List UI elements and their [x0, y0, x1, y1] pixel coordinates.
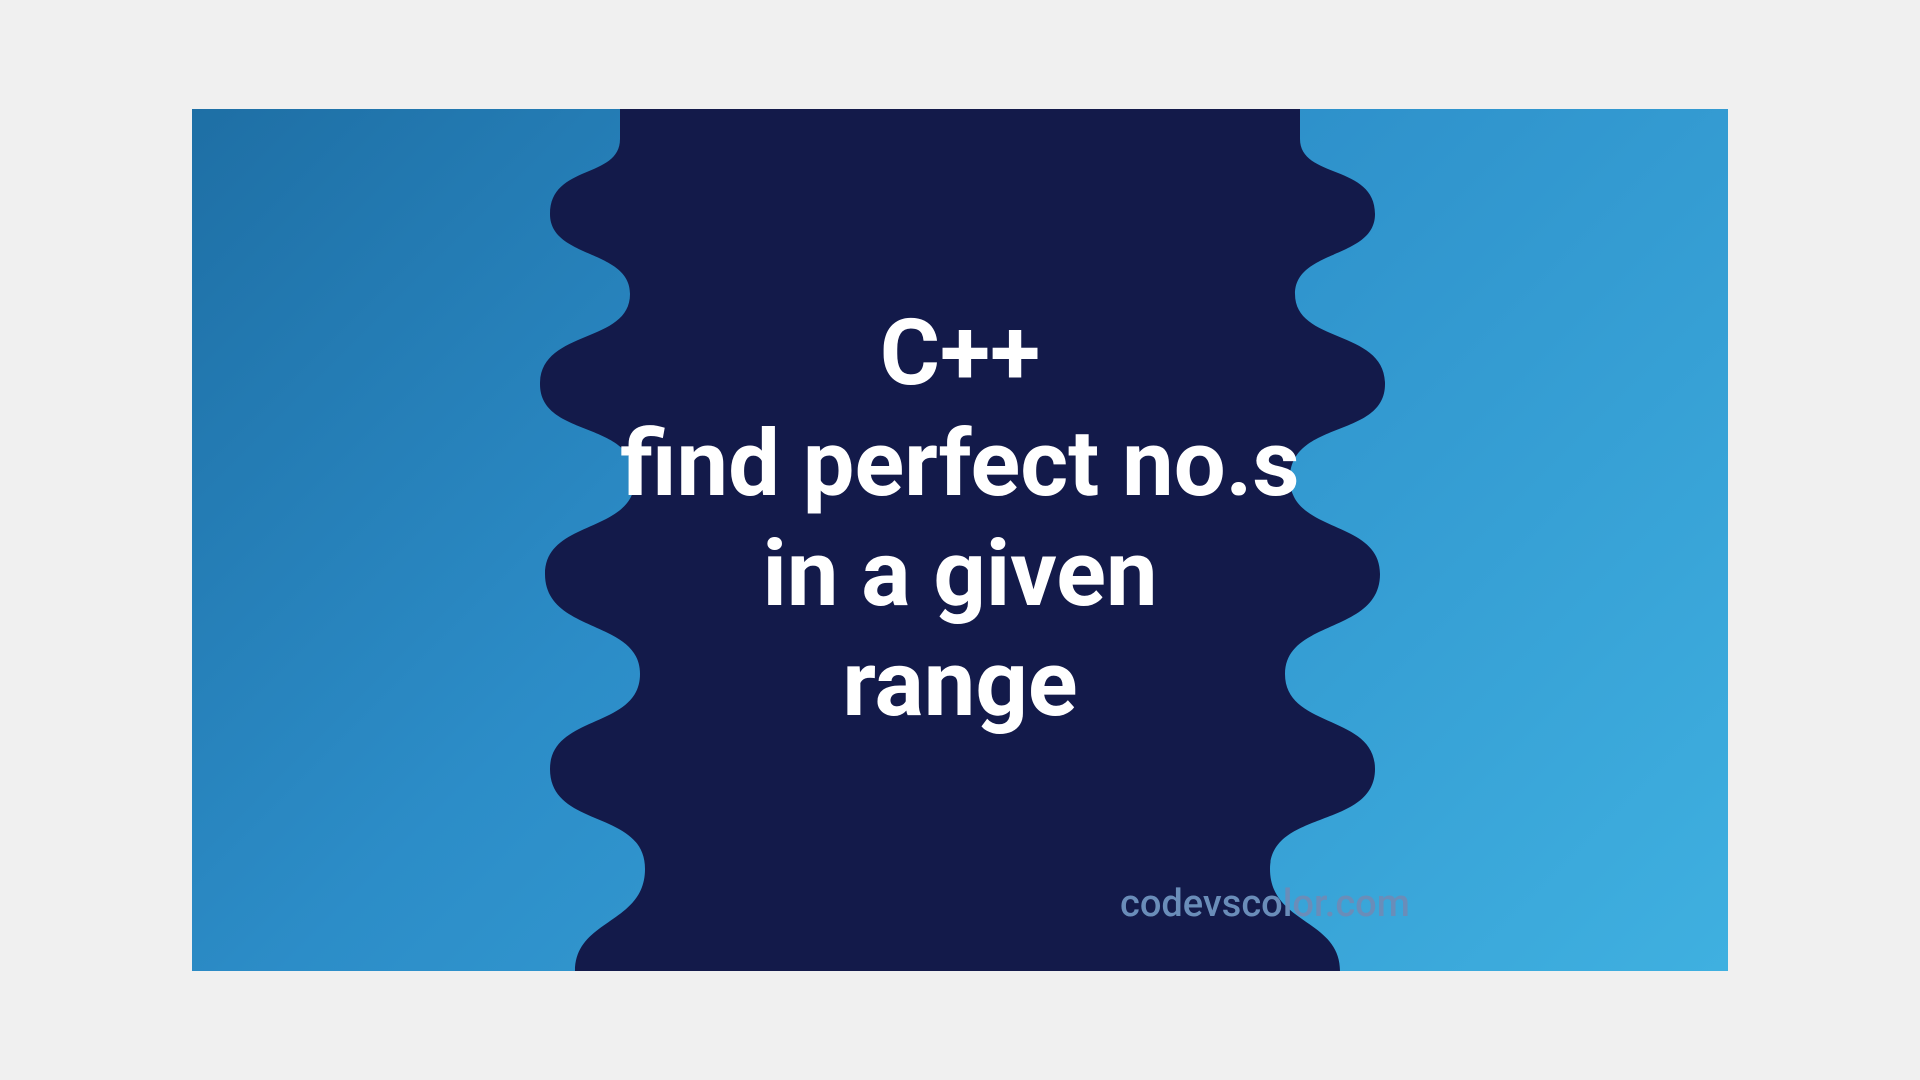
title-line-1: C++	[620, 299, 1299, 409]
watermark: codevscolor.com	[1120, 882, 1410, 926]
title-line-2: find perfect no.s	[620, 410, 1299, 520]
banner-image: C++ find perfect no.s in a given range c…	[192, 109, 1728, 971]
banner-content: C++ find perfect no.s in a given range c…	[192, 109, 1728, 971]
title-line-3: in a given	[620, 520, 1299, 630]
title-line-4: range	[620, 630, 1299, 740]
banner-title: C++ find perfect no.s in a given range	[620, 299, 1299, 741]
